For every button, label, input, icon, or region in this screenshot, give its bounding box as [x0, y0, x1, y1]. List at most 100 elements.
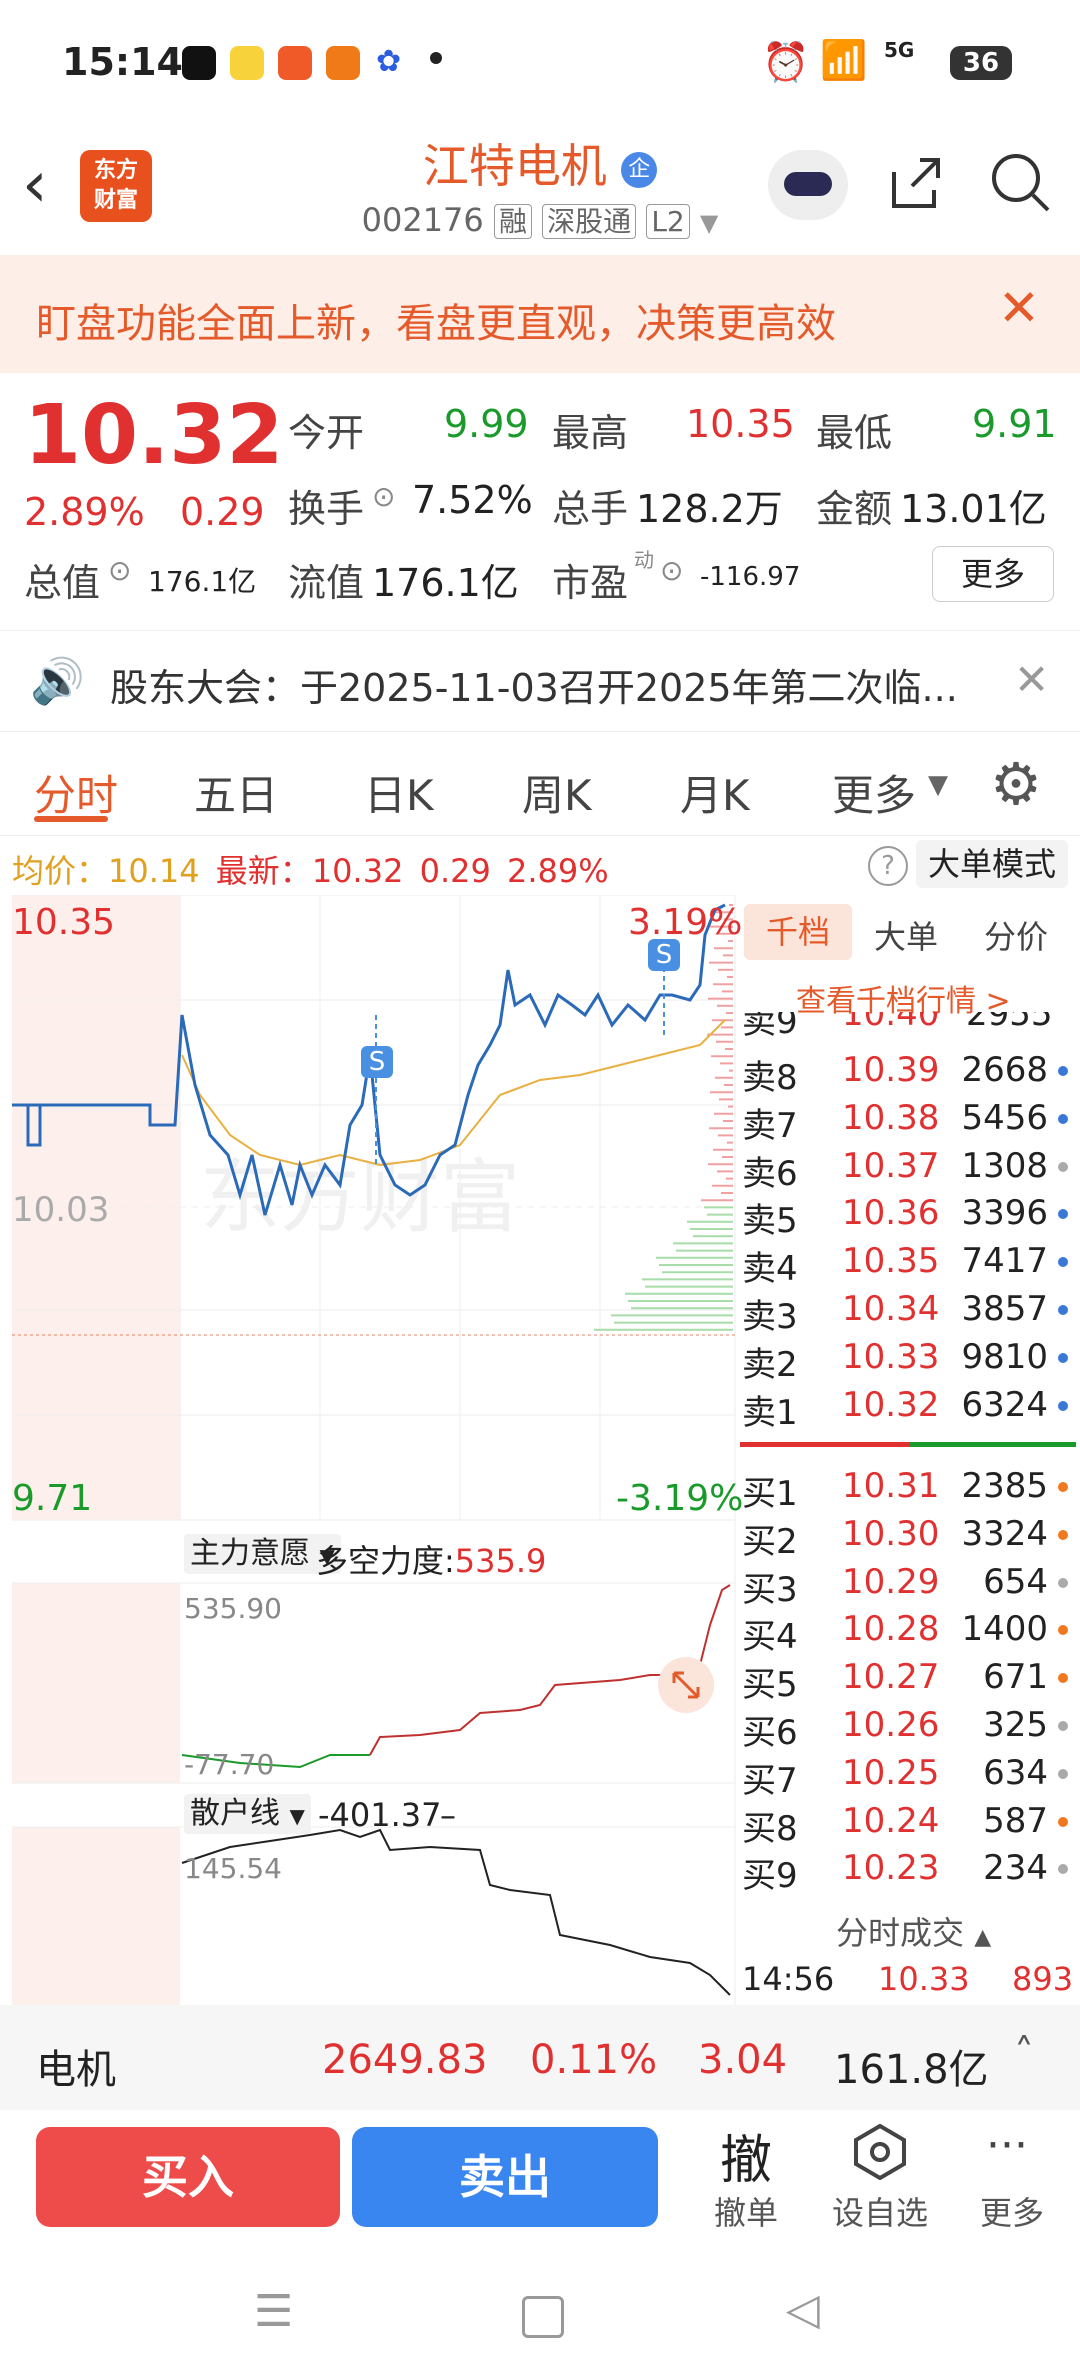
ob-dot-icon — [1058, 1257, 1068, 1268]
tab-more[interactable]: 更多 — [832, 762, 916, 823]
ob-dot-icon — [1058, 1113, 1068, 1124]
notice-bar[interactable]: 🔊 股东大会：于2025-11-03召开2025年第二次临... ✕ — [0, 630, 1080, 732]
ob-label: 买6 — [742, 1713, 798, 1753]
notice-text: 股东大会：于2025-11-03召开2025年第二次临... — [110, 666, 958, 710]
ob-price: 10.39 — [842, 1050, 940, 1090]
chevron-down-icon: ▼ — [928, 770, 948, 800]
stock-name: 江特电机 — [422, 139, 607, 193]
bid-row[interactable]: 买9 10.23 234 — [742, 1844, 1072, 1896]
bid-row[interactable]: 买4 10.28 1400 — [742, 1605, 1072, 1657]
retail-max-label: 145.54 — [184, 1852, 282, 1885]
indicator-label: 散户线 — [190, 1796, 280, 1831]
ob-volume: 7417 — [961, 1241, 1048, 1282]
bid-row[interactable]: 买5 10.27 671 — [742, 1653, 1072, 1705]
ob-volume: 9810 — [961, 1336, 1048, 1377]
tab-5day[interactable]: 五日 — [194, 762, 278, 823]
latest-value: 10.32 — [311, 852, 404, 890]
ob-label: 买7 — [742, 1760, 798, 1801]
home-icon[interactable] — [522, 2296, 564, 2338]
ob-price: 10.23 — [842, 1848, 940, 1889]
tab-price-dist[interactable]: 分价 — [984, 912, 1048, 958]
info-icon[interactable]: ⊙ — [108, 554, 131, 587]
add-watchlist-button[interactable]: 设自选 — [832, 2188, 928, 2234]
more-button[interactable]: 更多 — [932, 546, 1054, 602]
ask-row[interactable]: 卖2 10.33 9810 — [742, 1333, 1072, 1385]
ask-row[interactable]: 卖5 10.36 3396 — [742, 1189, 1072, 1241]
dot-icon — [430, 52, 442, 64]
retail-dash: – — [440, 1796, 456, 1834]
cancel-icon[interactable]: 撤 — [720, 2118, 772, 2193]
search-icon[interactable] — [988, 150, 1054, 216]
ask-row[interactable]: 卖7 10.38 5456 — [742, 1094, 1072, 1146]
trades-title[interactable]: 分时成交 ▲ — [836, 1908, 991, 1954]
ob-volume: 654 — [983, 1561, 1048, 1602]
alarm-icon: ⏰ — [762, 40, 810, 84]
ask-row[interactable]: 卖3 10.34 3857 — [742, 1285, 1072, 1337]
avg-label: 均价： — [12, 852, 109, 890]
info-icon[interactable]: ⊙ — [660, 554, 683, 587]
bid-row[interactable]: 买8 10.24 587 — [742, 1797, 1072, 1849]
add-watchlist-icon[interactable] — [852, 2122, 908, 2180]
buy-button[interactable]: 买入 — [36, 2127, 340, 2227]
tab-daily-k[interactable]: 日K — [364, 762, 434, 823]
back-nav-icon[interactable]: ◁ — [786, 2284, 820, 2335]
ob-price: 10.27 — [842, 1657, 940, 1698]
chart-infobar: 均价：10.14 最新：10.32 0.29 2.89% — [12, 846, 609, 892]
close-icon[interactable]: ✕ — [1014, 655, 1049, 704]
ob-volume: 6324 — [961, 1384, 1048, 1425]
menu-icon[interactable]: ☰ — [254, 2286, 293, 2337]
bid-row[interactable]: 买3 10.29 654 — [742, 1558, 1072, 1610]
ob-label: 买3 — [742, 1569, 798, 1610]
ask-row[interactable]: 卖6 10.37 1308 — [742, 1142, 1072, 1194]
ob-price: 10.36 — [842, 1193, 940, 1234]
help-icon[interactable]: ? — [868, 846, 908, 886]
share-icon[interactable] — [884, 152, 946, 214]
ask-row[interactable]: 卖4 10.35 7417 — [742, 1237, 1072, 1289]
avg-value: 10.14 — [108, 852, 200, 890]
robot-avatar-icon[interactable] — [768, 150, 848, 220]
tab-intraday[interactable]: 分时 — [34, 762, 118, 823]
last-price: 10.32 — [24, 388, 284, 483]
sell-button[interactable]: 卖出 — [352, 2127, 658, 2227]
close-icon[interactable]: ✕ — [998, 279, 1040, 337]
gear-icon[interactable]: ⚙ — [990, 750, 1042, 818]
chevron-down-icon: ▼ — [289, 1804, 305, 1828]
promo-banner[interactable]: 盯盘功能全面上新，看盘更直观，决策更高效 ✕ — [0, 255, 1080, 373]
change-pct: 2.89% — [24, 490, 145, 534]
sector-bar[interactable]: 电机 2649.83 0.11% 3.04 161.8亿 ˄ — [0, 2005, 1080, 2110]
force-min-label: -77.70 — [184, 1748, 275, 1781]
sell-marker-label: S — [656, 940, 673, 970]
trade-price: 10.33 — [878, 1960, 970, 1998]
info-icon[interactable]: ⊙ — [372, 480, 395, 513]
more-button[interactable]: 更多 — [980, 2188, 1044, 2234]
dropdown-icon[interactable]: ▼ — [700, 209, 718, 237]
pe-sup: 动 — [634, 548, 654, 572]
tab-monthly-k[interactable]: 月K — [680, 762, 750, 823]
tab-orderbook-1000[interactable]: 千档 — [744, 904, 852, 960]
cancel-order-button[interactable]: 撤单 — [714, 2188, 778, 2234]
ask-row[interactable]: 卖1 10.32 6324 — [742, 1381, 1072, 1433]
pe-label: 市盈 — [552, 561, 629, 605]
ask-row-partial: 卖9 10.40 2955 — [742, 1012, 1072, 1038]
tab-big-orders[interactable]: 大单 — [874, 912, 938, 958]
ob-dot-icon — [1058, 1400, 1068, 1411]
ob-price: 10.40 — [842, 1012, 940, 1034]
bid-row[interactable]: 买1 10.31 2385 — [742, 1462, 1072, 1514]
big-order-mode-button[interactable]: 大单模式 — [916, 840, 1068, 888]
indicator-select-retail[interactable]: 散户线 ▼ — [184, 1794, 311, 1834]
tab-weekly-k[interactable]: 周K — [522, 762, 592, 823]
bid-row[interactable]: 买6 10.26 325 — [742, 1701, 1072, 1753]
ob-volume: 3857 — [961, 1289, 1048, 1329]
volume-label: 总手 — [552, 487, 629, 531]
intraday-chart[interactable]: 东方财富 S S — [0, 895, 740, 2005]
bid-row[interactable]: 买2 10.30 3324 — [742, 1510, 1072, 1562]
chevron-up-icon[interactable]: ˄ — [1014, 2031, 1034, 2077]
ask-row[interactable]: 卖8 10.39 2668 — [742, 1046, 1072, 1098]
divider-green — [910, 1442, 1076, 1447]
bid-row[interactable]: 买7 10.25 634 — [742, 1749, 1072, 1801]
ob-volume: 2955 — [966, 1012, 1053, 1034]
force-title-label: 多空力度: — [316, 1542, 455, 1580]
more-icon[interactable]: ··· — [986, 2120, 1028, 2171]
ob-price: 10.24 — [842, 1800, 940, 1841]
ob-dot-icon — [1058, 1482, 1068, 1492]
